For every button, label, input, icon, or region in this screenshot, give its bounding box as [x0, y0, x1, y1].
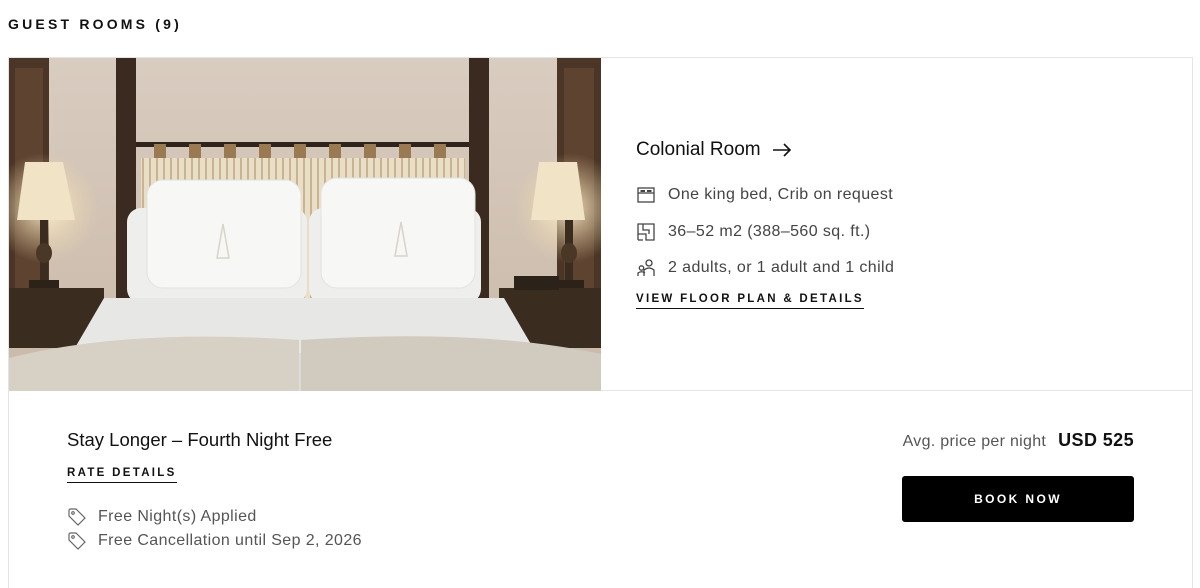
price-line: Avg. price per night USD 525: [834, 430, 1134, 451]
section-title: GUEST ROOMS (9): [8, 16, 183, 32]
view-floor-plan-link[interactable]: VIEW FLOOR PLAN & DETAILS: [636, 293, 864, 309]
feature-size: 36–52 m2 (388–560 sq. ft.): [636, 214, 1156, 251]
book-now-button[interactable]: BOOK NOW: [902, 476, 1134, 522]
feature-guests: 2 adults, or 1 adult and 1 child: [636, 250, 1156, 287]
perk-text: Free Night(s) Applied: [98, 508, 257, 525]
rate-perks: Free Night(s) Applied Free Cancellation …: [67, 505, 362, 553]
rate-details-link[interactable]: RATE DETAILS: [67, 467, 177, 483]
floor-plan-icon: [636, 222, 656, 242]
rate-name: Stay Longer – Fourth Night Free: [67, 429, 333, 450]
room-title-link[interactable]: Colonial Room: [636, 137, 1156, 163]
price-value: USD 525: [1058, 430, 1134, 450]
feature-text: 36–52 m2 (388–560 sq. ft.): [668, 222, 871, 240]
room-card: Colonial Room One king bed, Crib on requ…: [8, 57, 1193, 588]
feature-text: 2 adults, or 1 adult and 1 child: [668, 259, 895, 277]
perk-item: Free Cancellation until Sep 2, 2026: [67, 529, 362, 553]
room-photo[interactable]: [9, 58, 601, 391]
room-name[interactable]: Colonial Room: [636, 139, 761, 161]
room-summary: Colonial Room One king bed, Crib on requ…: [9, 58, 1192, 391]
rate-pricing: Avg. price per night USD 525 BOOK NOW: [834, 430, 1134, 522]
tag-icon: [67, 531, 87, 551]
room-info: Colonial Room One king bed, Crib on requ…: [636, 137, 1156, 309]
guests-icon: [636, 258, 656, 278]
feature-bed: One king bed, Crib on request: [636, 177, 1156, 214]
rate-row: Stay Longer – Fourth Night Free RATE DET…: [9, 392, 1192, 588]
tag-icon: [67, 507, 87, 527]
arrow-right-icon[interactable]: [771, 142, 793, 158]
perk-item: Free Night(s) Applied: [67, 505, 362, 529]
bed-icon: [636, 185, 656, 205]
perk-text: Free Cancellation until Sep 2, 2026: [98, 532, 362, 549]
rate-info: Stay Longer – Fourth Night Free RATE DET…: [67, 429, 362, 553]
price-label: Avg. price per night: [902, 433, 1047, 450]
feature-text: One king bed, Crib on request: [668, 186, 894, 204]
room-features: One king bed, Crib on request 36–52 m2 (…: [636, 177, 1156, 287]
